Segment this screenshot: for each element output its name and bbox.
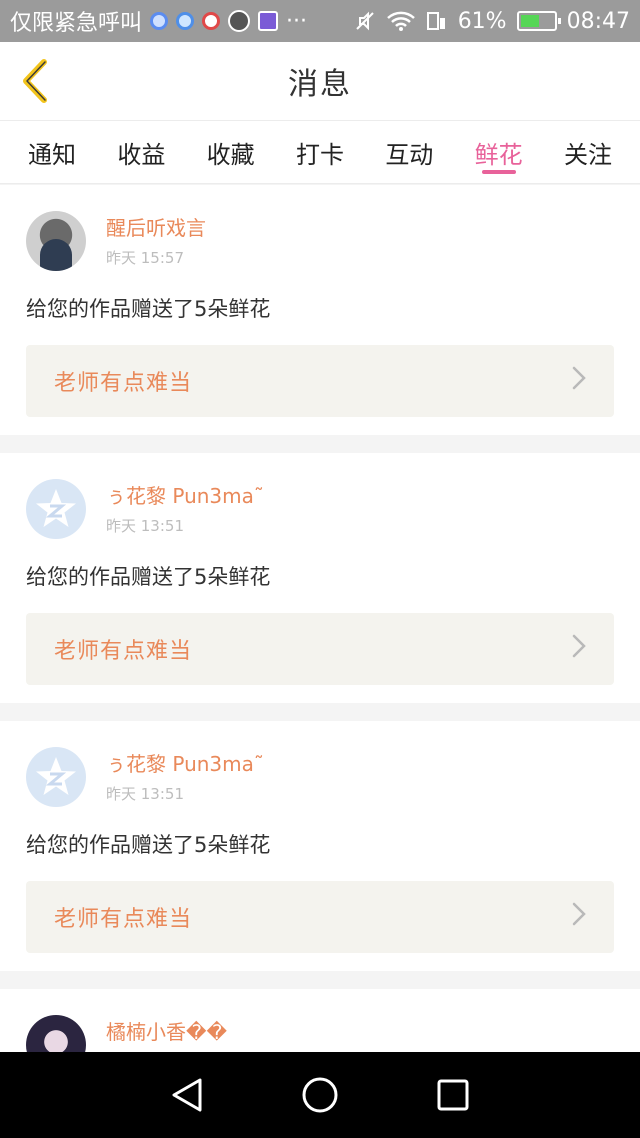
- tab-label: 收益: [117, 140, 166, 169]
- tab-label: 收藏: [206, 140, 255, 169]
- work-link[interactable]: 老师有点难当: [26, 345, 614, 417]
- back-button[interactable]: [12, 56, 56, 106]
- tab-following[interactable]: 关注: [554, 120, 622, 184]
- tab-bar: 通知 收益 收藏 打卡 互动 鲜花 关注: [0, 120, 640, 184]
- wifi-icon: [386, 11, 415, 31]
- chevron-right-icon: [572, 902, 586, 933]
- image-notification-icon: [258, 11, 279, 31]
- message-text: 给您的作品赠送了5朵鲜花: [26, 565, 271, 589]
- tab-label: 鲜花: [474, 140, 523, 169]
- tab-label: 打卡: [295, 140, 344, 169]
- sender-name[interactable]: 橘楠小香��: [106, 1019, 227, 1045]
- more-notifications-icon: ···: [286, 8, 307, 34]
- sender-name[interactable]: 醒后听戏言: [106, 215, 206, 241]
- work-title: 老师有点难当: [54, 907, 193, 932]
- header: 消息: [0, 42, 640, 120]
- chevron-left-icon: [23, 59, 47, 103]
- message-time: 昨天 13:51: [106, 785, 184, 803]
- nav-recents-button[interactable]: [428, 1070, 478, 1120]
- sender-name[interactable]: ぅ花黎 Pun3ma˜: [106, 751, 264, 777]
- tab-checkin[interactable]: 打卡: [286, 120, 354, 184]
- battery-icon: [516, 11, 561, 31]
- page-title: 消息: [288, 67, 352, 102]
- tab-notifications[interactable]: 通知: [18, 120, 86, 184]
- tab-interactions[interactable]: 互动: [375, 120, 443, 184]
- robot-notification-icon: [228, 10, 251, 32]
- battery-percent: 61%: [457, 8, 507, 34]
- mute-icon: [355, 11, 374, 31]
- work-title: 老师有点难当: [54, 639, 193, 664]
- triangle-back-icon: [172, 1078, 202, 1112]
- app-notification-icon: [150, 12, 169, 30]
- signal-icon: [426, 12, 445, 30]
- message-text: 给您的作品赠送了5朵鲜花: [26, 833, 271, 857]
- tab-label: 关注: [563, 140, 612, 169]
- flower-message-card: 橘楠小香�� 08-06: [0, 989, 640, 1053]
- flower-message-card: ぅ花黎 Pun3ma˜ 昨天 13:51 给您的作品赠送了5朵鲜花 老师有点难当: [0, 453, 640, 703]
- tab-earnings[interactable]: 收益: [107, 120, 175, 184]
- tab-favorites[interactable]: 收藏: [197, 120, 265, 184]
- qq-star-icon: [36, 757, 76, 795]
- work-title: 老师有点难当: [54, 371, 193, 396]
- system-nav-bar: [0, 1052, 640, 1138]
- app-notification-icon: [176, 12, 195, 30]
- flower-message-card: ぅ花黎 Pun3ma˜ 昨天 13:51 给您的作品赠送了5朵鲜花 老师有点难当: [0, 721, 640, 971]
- tab-label: 互动: [385, 140, 434, 169]
- work-link[interactable]: 老师有点难当: [26, 881, 614, 953]
- nav-back-button[interactable]: [162, 1070, 212, 1120]
- circle-home-icon: [302, 1077, 338, 1113]
- clock: 08:47: [566, 8, 630, 34]
- status-bar: 仅限紧急呼叫 ··· 61% 08:47: [0, 0, 640, 42]
- app-notification-icon: [202, 12, 221, 30]
- message-list[interactable]: 醒后听戏言 昨天 15:57 给您的作品赠送了5朵鲜花 老师有点难当 ぅ花黎 P…: [0, 185, 640, 1053]
- avatar[interactable]: [26, 1015, 86, 1053]
- carrier-text: 仅限紧急呼叫: [10, 11, 143, 36]
- flower-message-card: 醒后听戏言 昨天 15:57 给您的作品赠送了5朵鲜花 老师有点难当: [0, 185, 640, 435]
- message-text: 给您的作品赠送了5朵鲜花: [26, 297, 271, 321]
- qq-star-icon: [36, 489, 76, 527]
- battery-fill: [520, 15, 539, 27]
- chevron-right-icon: [572, 366, 586, 397]
- avatar[interactable]: [26, 747, 86, 807]
- tab-flowers[interactable]: 鲜花: [465, 120, 533, 184]
- message-time: 昨天 13:51: [106, 517, 184, 535]
- square-recents-icon: [437, 1079, 469, 1111]
- work-link[interactable]: 老师有点难当: [26, 613, 614, 685]
- sender-name[interactable]: ぅ花黎 Pun3ma˜: [106, 483, 264, 509]
- avatar[interactable]: [26, 211, 86, 271]
- avatar[interactable]: [26, 479, 86, 539]
- message-time: 昨天 15:57: [106, 249, 184, 267]
- nav-home-button[interactable]: [295, 1070, 345, 1120]
- tab-label: 通知: [28, 140, 76, 169]
- chevron-right-icon: [572, 634, 586, 665]
